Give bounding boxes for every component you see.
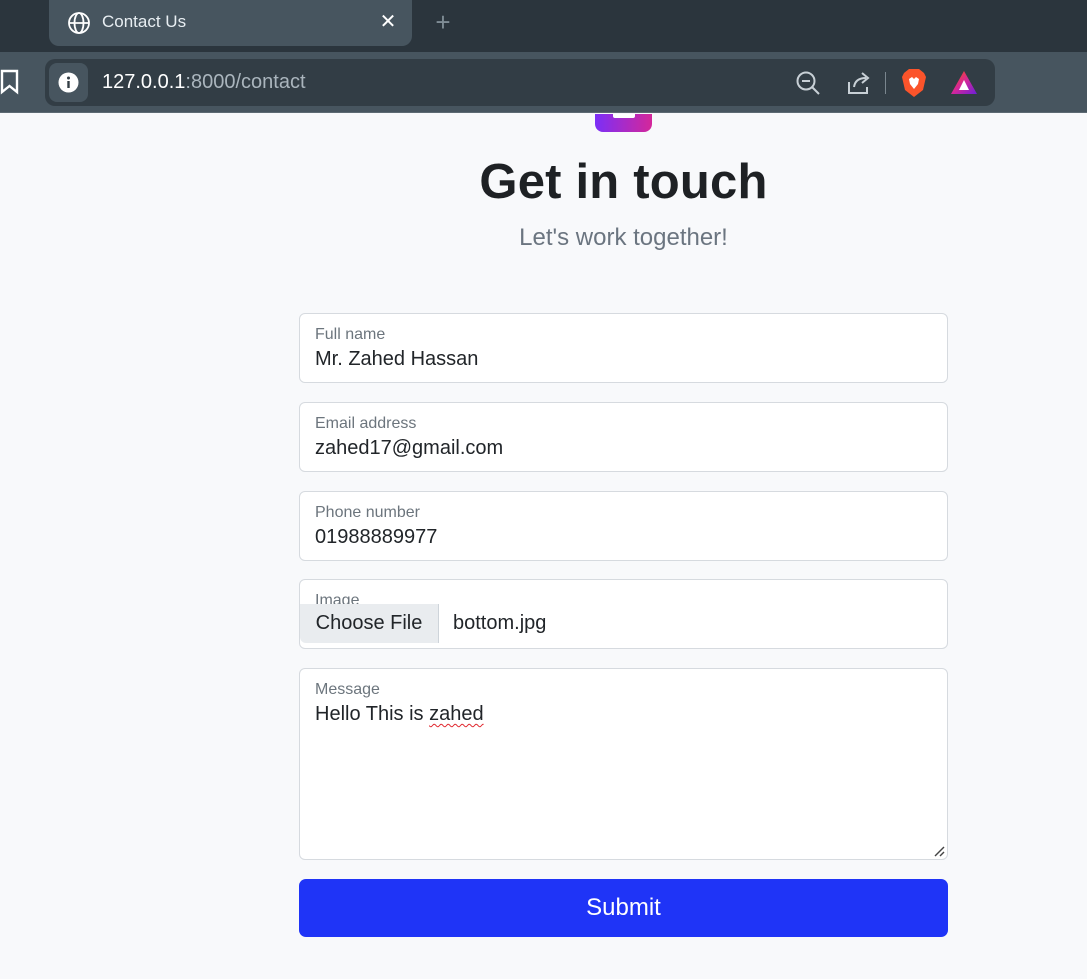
page-subtitle: Let's work together! bbox=[519, 224, 728, 251]
phone-label: Phone number bbox=[315, 504, 420, 521]
logo bbox=[595, 114, 652, 132]
phone-input[interactable] bbox=[315, 526, 915, 549]
bookmark-icon[interactable] bbox=[0, 69, 20, 95]
toolbar-separator bbox=[885, 72, 886, 94]
message-label: Message bbox=[315, 681, 380, 698]
message-text: Hello This is bbox=[315, 703, 430, 725]
tab-title: Contact Us bbox=[102, 12, 187, 31]
message-textarea[interactable]: Hello This is zahed bbox=[315, 703, 484, 726]
browser-toolbar: 127.0.0.1:8000/contact bbox=[0, 52, 1087, 113]
brave-rewards-icon[interactable] bbox=[950, 69, 978, 97]
close-icon[interactable]: ✕ bbox=[378, 11, 398, 33]
phone-field[interactable]: Phone number bbox=[299, 491, 948, 561]
url-text[interactable]: 127.0.0.1:8000/contact bbox=[102, 71, 306, 94]
tab-contact-us[interactable]: Contact Us ✕ bbox=[49, 0, 412, 46]
logo-mark bbox=[613, 114, 635, 118]
globe-icon bbox=[68, 12, 90, 34]
address-bar[interactable]: 127.0.0.1:8000/contact bbox=[45, 59, 995, 106]
brave-shield-icon[interactable] bbox=[900, 68, 928, 98]
share-icon[interactable] bbox=[846, 70, 872, 96]
full-name-input[interactable] bbox=[315, 348, 915, 371]
info-icon bbox=[58, 72, 79, 93]
resize-handle-icon[interactable] bbox=[933, 845, 945, 857]
plus-icon[interactable]: + bbox=[432, 9, 454, 35]
full-name-field[interactable]: Full name bbox=[299, 313, 948, 383]
url-host: 127.0.0.1 bbox=[102, 71, 186, 93]
zoom-out-icon[interactable] bbox=[795, 70, 821, 96]
image-field[interactable]: Image Choose File bottom.jpg bbox=[299, 579, 948, 649]
site-info-button[interactable] bbox=[49, 63, 88, 102]
contact-page: Get in touch Let's work together! Full n… bbox=[0, 114, 1087, 979]
tab-bar: Contact Us ✕ + bbox=[0, 0, 1087, 52]
full-name-label: Full name bbox=[315, 326, 386, 343]
misspelled-word: zahed bbox=[429, 703, 484, 725]
email-field[interactable]: Email address bbox=[299, 402, 948, 472]
url-path: :8000/contact bbox=[185, 71, 306, 93]
email-label: Email address bbox=[315, 415, 417, 432]
choose-file-button[interactable]: Choose File bbox=[300, 604, 439, 643]
email-input[interactable] bbox=[315, 437, 915, 460]
selected-file-name: bottom.jpg bbox=[453, 612, 547, 634]
page-title: Get in touch bbox=[479, 155, 768, 209]
message-field[interactable]: Message Hello This is zahed bbox=[299, 668, 948, 860]
submit-button[interactable]: Submit bbox=[299, 879, 948, 937]
